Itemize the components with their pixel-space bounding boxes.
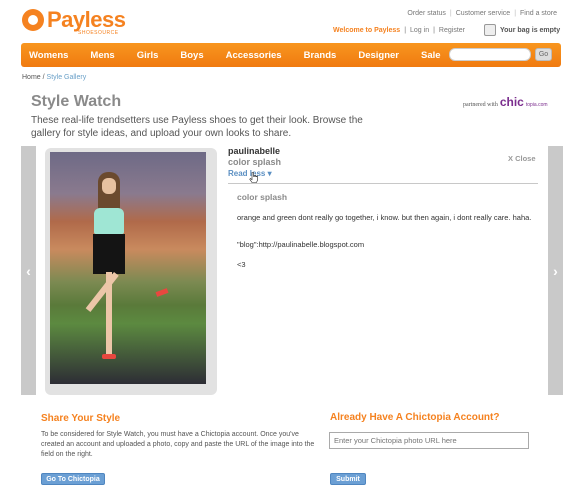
nav-item-mens[interactable]: Mens	[90, 50, 114, 61]
partner-logo[interactable]: partnered with chic topia.com	[463, 95, 548, 109]
nav-item-designer[interactable]: Designer	[358, 50, 399, 61]
next-arrow-icon[interactable]: ›	[548, 146, 563, 395]
search-input[interactable]	[449, 48, 531, 61]
payless-logo-mark	[22, 9, 44, 31]
nav-item-boys[interactable]: Boys	[180, 50, 203, 61]
separator: |	[404, 27, 407, 34]
shopping-bag-icon	[484, 24, 496, 36]
nav-item-sale[interactable]: Sale	[421, 50, 441, 61]
detail-line: orange and green dont really go together…	[237, 213, 532, 222]
chevron-down-icon: ▾	[267, 169, 272, 178]
page-title: Style Watch	[31, 93, 122, 110]
breadcrumb-current[interactable]: Style Gallery	[47, 74, 87, 81]
register-link[interactable]: Register	[439, 27, 465, 34]
find-store-link[interactable]: Find a store	[520, 10, 557, 17]
order-status-link[interactable]: Order status	[407, 10, 446, 17]
close-button[interactable]: X Close	[508, 154, 536, 163]
photo-url-input[interactable]	[329, 432, 529, 449]
leg-shape	[85, 272, 119, 312]
search-box: Go	[449, 48, 553, 62]
detail-title: color splash	[237, 192, 288, 202]
shopping-bag[interactable]: Your bag is empty	[484, 24, 560, 36]
separator: |	[449, 10, 452, 17]
go-to-chictopia-button[interactable]: Go To Chictopia	[41, 473, 105, 485]
top-shape	[94, 208, 124, 234]
partner-prefix: partnered with	[463, 102, 498, 108]
chictopia-logo-text: chic	[499, 95, 524, 109]
main-nav: Womens Mens Girls Boys Accessories Brand…	[21, 43, 561, 67]
account-links: Welcome to Payless | Log in | Register	[333, 27, 465, 34]
person-figure	[85, 172, 169, 372]
share-style-text: To be considered for Style Watch, you mu…	[41, 431, 315, 458]
share-style-title: Share Your Style	[41, 413, 121, 424]
bag-status: Your bag is empty	[500, 26, 561, 34]
welcome-text: Welcome to Payless	[333, 27, 401, 34]
detail-line: <3	[237, 260, 246, 269]
previous-arrow-icon[interactable]: ‹	[21, 146, 36, 395]
nav-item-brands[interactable]: Brands	[304, 50, 337, 61]
hand-cursor-icon	[249, 172, 258, 183]
nav-item-accessories[interactable]: Accessories	[226, 50, 282, 61]
detail-line: "blog":http://paulinabelle.blogspot.com	[237, 240, 365, 249]
submit-button[interactable]: Submit	[330, 473, 366, 485]
look-photo[interactable]	[50, 152, 206, 384]
shoe-shape	[155, 288, 169, 297]
read-less-label: Read less	[228, 169, 266, 178]
customer-service-link[interactable]: Customer service	[456, 10, 510, 17]
search-go-button[interactable]: Go	[535, 48, 552, 61]
logo-subtext: SHOESOURCE	[78, 30, 119, 36]
shoe-shape	[102, 354, 116, 359]
look-title: color splash	[228, 157, 282, 167]
separator: |	[514, 10, 517, 17]
breadcrumb-home[interactable]: Home	[22, 74, 41, 81]
chictopia-account-title: Already Have A Chictopia Account?	[330, 412, 500, 423]
separator: |	[433, 27, 435, 34]
utility-links: Order status | Customer service | Find a…	[407, 10, 557, 17]
nav-item-womens[interactable]: Womens	[29, 50, 68, 61]
login-link[interactable]: Log in	[410, 27, 429, 34]
chictopia-logo-suffix: topia.com	[525, 102, 548, 108]
payless-logo[interactable]: Payless SHOESOURCE	[22, 7, 132, 39]
intro-text: These real-life trendsetters use Payless…	[31, 115, 363, 139]
look-username[interactable]: paulinabelle	[228, 146, 280, 156]
nav-item-girls[interactable]: Girls	[137, 50, 159, 61]
face-shape	[102, 178, 116, 194]
skirt-shape	[93, 234, 125, 274]
divider	[228, 183, 538, 184]
breadcrumb: Home / Style Gallery	[22, 74, 86, 81]
